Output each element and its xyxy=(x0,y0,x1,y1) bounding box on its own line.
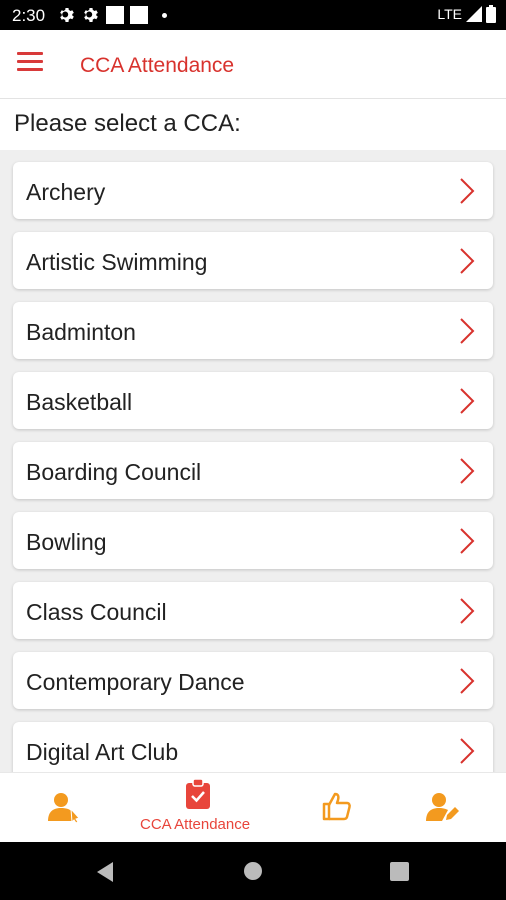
back-triangle-icon[interactable] xyxy=(95,861,115,883)
cca-item-label: Digital Art Club xyxy=(26,739,179,765)
cca-item-archery[interactable]: Archery xyxy=(13,162,493,219)
cca-item-label: Boarding Council xyxy=(26,459,202,485)
app-bar: CCA Attendance xyxy=(0,30,506,99)
thumbs-up-icon xyxy=(322,792,351,821)
nav-item-profile[interactable] xyxy=(30,773,100,843)
cca-item-bowling[interactable]: Bowling xyxy=(13,512,493,569)
cca-item-label: Contemporary Dance xyxy=(26,669,245,695)
page-title: CCA Attendance xyxy=(80,54,235,77)
cca-item-label: Badminton xyxy=(26,319,136,345)
chevron-right-icon xyxy=(460,528,475,554)
cca-item-class-council[interactable]: Class Council xyxy=(13,582,493,639)
chevron-right-icon xyxy=(460,458,475,484)
chevron-right-icon xyxy=(460,738,475,764)
cca-list[interactable]: Archery Artistic Swimming Badminton Bask… xyxy=(0,150,506,772)
cca-item-badminton[interactable]: Badminton xyxy=(13,302,493,359)
system-navigation-bar xyxy=(0,842,506,900)
chevron-right-icon xyxy=(460,388,475,414)
recents-square-icon[interactable] xyxy=(390,862,409,881)
notification-square-icon xyxy=(106,6,124,24)
settings-icon xyxy=(84,8,98,22)
clipboard-check-icon xyxy=(186,779,210,809)
status-bar: 2:30 LTE xyxy=(0,0,506,30)
chevron-right-icon xyxy=(460,598,475,624)
nav-item-cca-attendance[interactable]: CCA Attendance xyxy=(130,773,270,843)
hamburger-menu-icon[interactable] xyxy=(17,52,43,74)
home-circle-icon[interactable] xyxy=(243,861,263,881)
settings-icon xyxy=(60,8,74,22)
status-notification-icons xyxy=(58,6,167,24)
bottom-navigation: CCA Attendance xyxy=(0,772,506,843)
status-time: 2:30 xyxy=(12,6,46,25)
cca-item-label: Class Council xyxy=(26,599,167,625)
battery-icon xyxy=(486,5,496,23)
chevron-right-icon xyxy=(460,178,475,204)
status-right: LTE xyxy=(437,5,496,23)
select-cca-prompt: Please select a CCA: xyxy=(14,110,241,137)
signal-icon xyxy=(466,6,482,22)
cca-item-boarding-council[interactable]: Boarding Council xyxy=(13,442,493,499)
person-pointer-icon xyxy=(48,793,80,823)
nav-item-edit-profile[interactable] xyxy=(406,773,476,843)
cca-item-digital-art-club[interactable]: Digital Art Club xyxy=(13,722,493,772)
more-notifications-dot-icon xyxy=(162,12,167,18)
chevron-right-icon xyxy=(460,668,475,694)
notification-square-icon xyxy=(130,6,148,24)
cca-item-artistic-swimming[interactable]: Artistic Swimming xyxy=(13,232,493,289)
cca-item-label: Basketball xyxy=(26,389,133,415)
person-edit-icon xyxy=(426,793,459,821)
cca-item-label: Bowling xyxy=(26,529,107,555)
network-type: LTE xyxy=(437,6,462,22)
cca-item-basketball[interactable]: Basketball xyxy=(13,372,493,429)
cca-item-label: Artistic Swimming xyxy=(26,249,208,275)
chevron-right-icon xyxy=(460,318,475,344)
cca-item-contemporary-dance[interactable]: Contemporary Dance xyxy=(13,652,493,709)
cca-item-label: Archery xyxy=(26,179,106,205)
nav-label-cca-attendance: CCA Attendance xyxy=(140,816,251,833)
chevron-right-icon xyxy=(460,248,475,274)
nav-item-feedback[interactable] xyxy=(302,773,372,843)
